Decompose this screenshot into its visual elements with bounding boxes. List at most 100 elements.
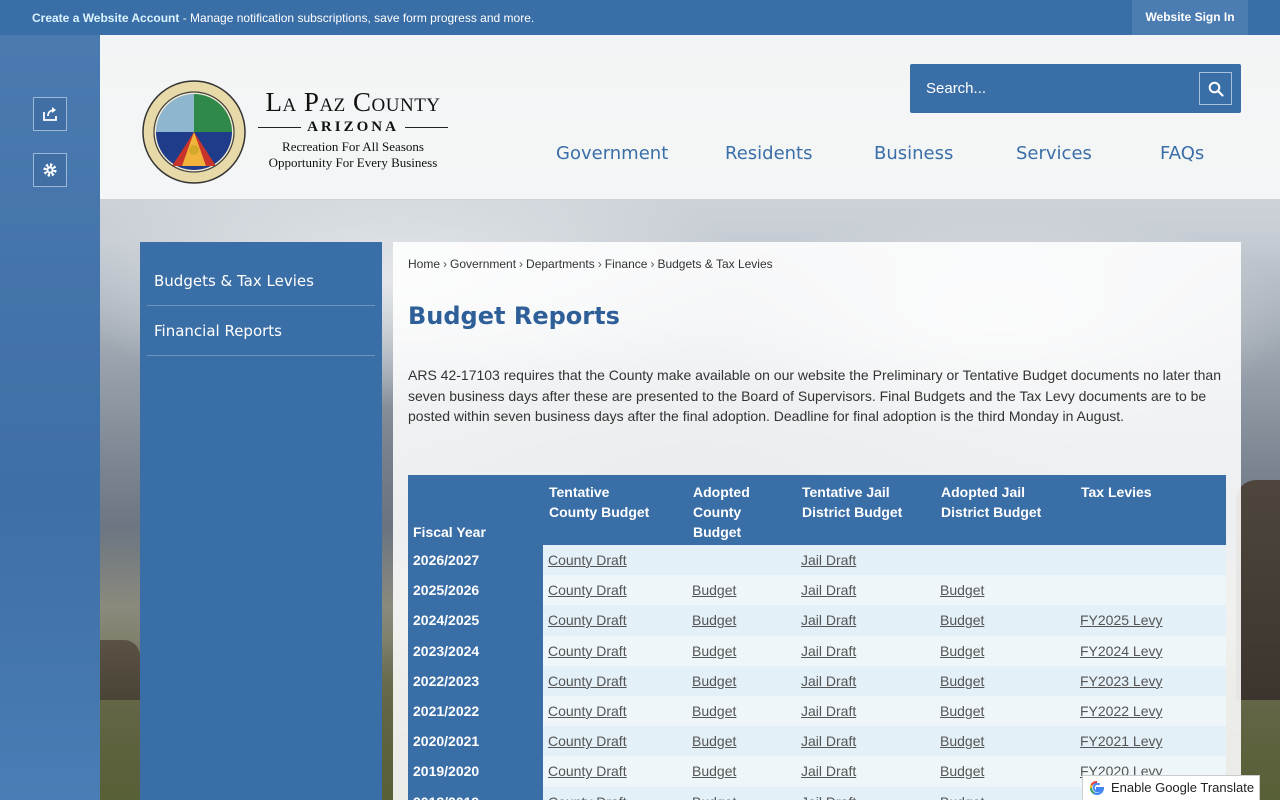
- breadcrumb-departments[interactable]: Departments: [526, 257, 595, 271]
- tentative-county-link[interactable]: County Draft: [548, 756, 627, 786]
- nav-faqs[interactable]: FAQs: [1160, 143, 1204, 164]
- header-adopted-jail-budget: Adopted Jail District Budget: [941, 484, 1042, 520]
- tentative-county-link[interactable]: County Draft: [548, 787, 627, 800]
- fiscal-year-cell: 2020/2021: [408, 726, 543, 757]
- logo-rule-right: [404, 127, 448, 128]
- fiscal-year-cell: 2023/2024: [408, 635, 543, 666]
- breadcrumb-separator: ›: [597, 257, 602, 271]
- table-body: 2026/2027 County Draft Jail Draft 2025/2026…: [408, 545, 1226, 800]
- row-cells: County Draft Budget Jail Draft Budget FY2021…: [543, 726, 1226, 757]
- site-logo[interactable]: La Paz County ARIZONA Recreation For All…: [258, 87, 448, 171]
- logo-tagline-1: Recreation For All Seasons: [282, 139, 424, 154]
- row-cells: County Draft Budget Jail Draft Budget: [543, 575, 1226, 606]
- tentative-county-link[interactable]: County Draft: [548, 666, 627, 696]
- adopted-jail-link[interactable]: Budget: [940, 726, 984, 756]
- tax-levy-link[interactable]: FY2025 Levy: [1080, 605, 1163, 635]
- tax-levy-link[interactable]: FY2022 Levy: [1080, 696, 1163, 726]
- breadcrumb-finance[interactable]: Finance: [605, 257, 648, 271]
- website-sign-in-button[interactable]: Website Sign In: [1132, 0, 1248, 35]
- tax-levy-link[interactable]: FY2021 Levy: [1080, 726, 1163, 756]
- fiscal-year-cell: 2025/2026: [408, 575, 543, 606]
- budget-reports-table: Fiscal Year Tentative County Budget Adop…: [408, 475, 1226, 800]
- adopted-county-link[interactable]: Budget: [692, 756, 736, 786]
- left-utility-bar: [0, 35, 100, 800]
- nav-residents[interactable]: Residents: [725, 143, 813, 164]
- adopted-county-link[interactable]: Budget: [692, 726, 736, 756]
- breadcrumb-current[interactable]: Budgets & Tax Levies: [657, 257, 772, 271]
- adopted-county-link[interactable]: Budget: [692, 696, 736, 726]
- search-input[interactable]: Search...: [926, 80, 986, 97]
- nav-services[interactable]: Services: [1016, 143, 1092, 164]
- tentative-jail-link[interactable]: Jail Draft: [801, 756, 856, 786]
- adopted-county-link[interactable]: Budget: [692, 575, 736, 605]
- row-cells: County Draft Budget Jail Draft Budget FY2025…: [543, 605, 1226, 636]
- tax-levy-link[interactable]: FY2023 Levy: [1080, 666, 1163, 696]
- header-fiscal-year: Fiscal Year: [413, 524, 486, 540]
- create-account-link[interactable]: Create a Website Account: [32, 11, 179, 25]
- adopted-county-link[interactable]: Budget: [692, 787, 736, 800]
- adopted-jail-link[interactable]: Budget: [940, 787, 984, 800]
- nav-government[interactable]: Government: [556, 143, 668, 164]
- table-row: 2024/2025 County Draft Budget Jail Draft Bud…: [408, 605, 1226, 636]
- tentative-county-link[interactable]: County Draft: [548, 575, 627, 605]
- tentative-jail-link[interactable]: Jail Draft: [801, 545, 856, 575]
- account-message-text: - Manage notification subscriptions, sav…: [179, 11, 535, 25]
- table-row: 2021/2022 County Draft Budget Jail Draft Bud…: [408, 695, 1226, 727]
- google-translate-button[interactable]: Enable Google Translate: [1082, 775, 1260, 800]
- breadcrumb-separator: ›: [519, 257, 524, 271]
- adopted-county-link[interactable]: Budget: [692, 636, 736, 666]
- adopted-jail-link[interactable]: Budget: [940, 666, 984, 696]
- tentative-county-link[interactable]: County Draft: [548, 545, 627, 575]
- logo-state-text: ARIZONA: [307, 119, 399, 135]
- sidenav-item-financial-reports[interactable]: Financial Reports: [147, 306, 375, 356]
- tentative-jail-link[interactable]: Jail Draft: [801, 666, 856, 696]
- tentative-jail-link[interactable]: Jail Draft: [801, 787, 856, 800]
- breadcrumb-government[interactable]: Government: [450, 257, 516, 271]
- adopted-jail-link[interactable]: Budget: [940, 756, 984, 786]
- county-seal-icon[interactable]: [142, 80, 246, 184]
- top-bar: Create a Website Account - Manage notifi…: [0, 0, 1280, 35]
- tentative-jail-link[interactable]: Jail Draft: [801, 726, 856, 756]
- account-message: Create a Website Account - Manage notifi…: [32, 11, 534, 25]
- search-box: Search...: [910, 64, 1241, 113]
- header-tentative-jail-budget: Tentative Jail District Budget: [802, 484, 903, 520]
- tentative-jail-link[interactable]: Jail Draft: [801, 605, 856, 635]
- main-navigation: Government Residents Business Services F…: [530, 143, 1250, 167]
- table-header: Fiscal Year Tentative County Budget Adop…: [408, 475, 1226, 545]
- google-translate-icon: [1089, 780, 1105, 796]
- adopted-jail-link[interactable]: Budget: [940, 636, 984, 666]
- breadcrumb-home[interactable]: Home: [408, 257, 440, 271]
- tentative-jail-link[interactable]: Jail Draft: [801, 636, 856, 666]
- logo-rule-left: [258, 127, 302, 128]
- tentative-county-link[interactable]: County Draft: [548, 605, 627, 635]
- header-adopted-county-budget: Adopted County Budget: [693, 484, 750, 540]
- adopted-county-link[interactable]: Budget: [692, 666, 736, 696]
- background-butte: [1236, 480, 1280, 700]
- intro-paragraph: ARS 42-17103 requires that the County ma…: [408, 367, 1221, 424]
- tax-levy-link[interactable]: FY2024 Levy: [1080, 636, 1163, 666]
- search-button[interactable]: [1199, 72, 1232, 105]
- adopted-jail-link[interactable]: Budget: [940, 575, 984, 605]
- row-cells: County Draft Jail Draft: [543, 545, 1226, 576]
- fiscal-year-cell: 2021/2022: [408, 695, 543, 727]
- adopted-jail-link[interactable]: Budget: [940, 696, 984, 726]
- nav-business[interactable]: Business: [874, 143, 953, 164]
- fiscal-year-cell: 2022/2023: [408, 665, 543, 696]
- settings-button[interactable]: [33, 153, 67, 187]
- tentative-county-link[interactable]: County Draft: [548, 726, 627, 756]
- breadcrumb: Home › Government › Departments › Finance › Budg…: [408, 257, 773, 271]
- tentative-jail-link[interactable]: Jail Draft: [801, 575, 856, 605]
- adopted-county-link[interactable]: Budget: [692, 605, 736, 635]
- fiscal-year-cell: 2024/2025: [408, 605, 543, 636]
- background-hill: [100, 640, 140, 700]
- tentative-jail-link[interactable]: Jail Draft: [801, 696, 856, 726]
- adopted-jail-link[interactable]: Budget: [940, 605, 984, 635]
- tentative-county-link[interactable]: County Draft: [548, 636, 627, 666]
- sidenav-item-budgets-tax-levies[interactable]: Budgets & Tax Levies: [147, 256, 375, 306]
- tentative-county-link[interactable]: County Draft: [548, 696, 627, 726]
- share-button[interactable]: [33, 97, 67, 131]
- site-header: La Paz County ARIZONA Recreation For All…: [100, 35, 1280, 199]
- table-row: 2026/2027 County Draft Jail Draft: [408, 545, 1226, 576]
- table-row: 2022/2023 County Draft Budget Jail Draft Bud…: [408, 665, 1226, 696]
- header-tax-levies: Tax Levies: [1081, 484, 1152, 500]
